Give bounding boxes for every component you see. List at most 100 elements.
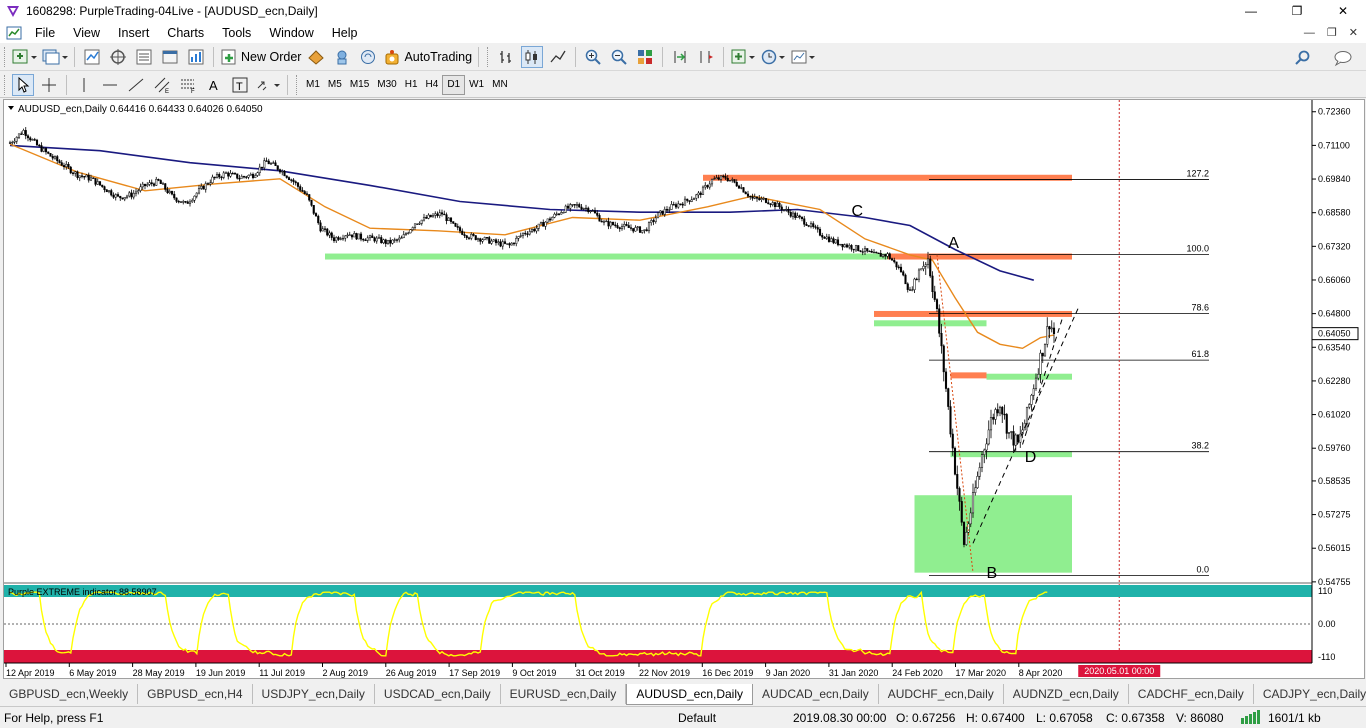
chart-shift-icon[interactable] (695, 46, 717, 68)
time-axis-label: 17 Sep 2019 (449, 668, 500, 678)
candle-body (611, 222, 615, 226)
candle-body (249, 174, 252, 176)
timeframe-h4[interactable]: H4 (422, 75, 443, 95)
tab-audcad-daily[interactable]: AUDCAD_ecn,Daily (753, 684, 879, 704)
menu-help[interactable]: Help (323, 26, 367, 40)
line-chart-button[interactable] (547, 46, 569, 68)
candle-body (105, 189, 108, 193)
data-window-icon[interactable] (133, 46, 155, 68)
new-order-button[interactable]: New Order (220, 46, 301, 68)
tab-gbpusd-h4[interactable]: GBPUSD_ecn,H4 (138, 684, 253, 704)
maximize-button[interactable]: ❐ (1274, 0, 1320, 22)
candle-body (213, 176, 216, 179)
candle-body (683, 198, 687, 206)
tab-usdjpy-daily[interactable]: USDJPY_ecn,Daily (253, 684, 375, 704)
timeframe-mn[interactable]: MN (488, 75, 512, 95)
timeframe-m30[interactable]: M30 (373, 75, 400, 95)
tab-audusd-daily[interactable]: AUDUSD_ecn,Daily (626, 684, 754, 705)
candle-body (521, 232, 525, 236)
tab-cadchf-daily[interactable]: CADCHF_ecn,Daily (1129, 684, 1254, 704)
tab-gbpusd-weekly[interactable]: GBPUSD_ecn,Weekly (0, 684, 139, 704)
tab-usdcad-daily[interactable]: USDCAD_ecn,Daily (375, 684, 501, 704)
chat-icon[interactable] (1332, 47, 1354, 69)
auto-scroll-icon[interactable] (669, 46, 691, 68)
equidistant-channel-icon[interactable]: E (151, 74, 173, 96)
timeframe-m15[interactable]: M15 (346, 75, 373, 95)
chart-window[interactable]: 127.2 100.0 78.6 61.8 38.2 0.0 A B C D Purple EX… (3, 99, 1365, 679)
trendline-icon[interactable] (125, 74, 147, 96)
zoom-out-icon[interactable] (608, 46, 630, 68)
arrows-icon[interactable] (255, 74, 281, 96)
menu-file[interactable]: File (26, 26, 64, 40)
tile-windows-icon[interactable] (634, 46, 656, 68)
bar-chart-button[interactable] (495, 46, 517, 68)
indicators-button[interactable] (730, 46, 756, 68)
crosshair-icon[interactable] (38, 74, 60, 96)
new-chart-button[interactable] (12, 46, 38, 68)
tab-eurusd-daily[interactable]: EURUSD_ecn,Daily (501, 684, 627, 704)
candle-body (818, 228, 822, 236)
candle-body (245, 176, 248, 178)
timeframe-m1[interactable]: M1 (302, 75, 324, 95)
navigator-icon[interactable] (107, 46, 129, 68)
menu-charts[interactable]: Charts (158, 26, 213, 40)
timeframe-h1[interactable]: H1 (401, 75, 422, 95)
candle-body (292, 179, 295, 182)
text-label-icon[interactable]: T (229, 74, 251, 96)
signals-icon[interactable] (331, 46, 353, 68)
terminal-icon[interactable] (159, 46, 181, 68)
menu-insert[interactable]: Insert (109, 26, 158, 40)
candle-body (157, 178, 160, 181)
minimize-button[interactable]: — (1228, 0, 1274, 22)
mdi-close-button[interactable]: ✕ (1349, 26, 1358, 39)
search-icon[interactable] (1292, 47, 1314, 69)
price-axis-label: 0.68580 (1318, 208, 1351, 218)
candle-body (814, 226, 817, 228)
menu-tools[interactable]: Tools (213, 26, 260, 40)
menu-view[interactable]: View (64, 26, 109, 40)
vertical-line-icon[interactable] (73, 74, 95, 96)
horizontal-line-icon[interactable] (99, 74, 121, 96)
timeframe-w1[interactable]: W1 (465, 75, 488, 95)
strategy-tester-icon[interactable] (185, 46, 207, 68)
candle-body (602, 221, 606, 223)
close-window-button[interactable]: ✕ (1320, 0, 1366, 22)
candlestick-chart-button[interactable] (521, 46, 544, 68)
candle-body (74, 171, 77, 174)
annotation-label-a: A (948, 235, 959, 252)
templates-button[interactable] (790, 46, 816, 68)
tab-cadjpy-daily[interactable]: CADJPY_ecn,Daily (1254, 684, 1366, 704)
mdi-restore-button[interactable]: ❐ (1327, 26, 1337, 39)
tab-audchf-daily[interactable]: AUDCHF_ecn,Daily (879, 684, 1004, 704)
candle-body (506, 243, 509, 245)
candle-body (69, 166, 72, 174)
timeframe-d1[interactable]: D1 (442, 74, 466, 95)
candle-body (197, 188, 201, 194)
price-chart[interactable]: 127.2 100.0 78.6 61.8 38.2 0.0 A B C D Purple EX… (4, 100, 1364, 678)
mdi-minimize-button[interactable]: — (1304, 27, 1315, 39)
profiles-button[interactable] (42, 46, 68, 68)
zoom-in-icon[interactable] (582, 46, 604, 68)
autotrading-button[interactable]: AutoTrading (383, 46, 472, 68)
metaeditor-icon[interactable] (357, 46, 379, 68)
tab-audnzd-daily[interactable]: AUDNZD_ecn,Daily (1004, 684, 1129, 704)
menu-window[interactable]: Window (260, 26, 322, 40)
candle-body (247, 174, 250, 178)
candle-body (859, 250, 862, 252)
candle-body (485, 237, 489, 239)
market-watch-icon[interactable] (81, 46, 103, 68)
candle-body (78, 175, 81, 178)
market-icon[interactable] (305, 46, 327, 68)
candle-body (913, 278, 916, 290)
text-icon[interactable]: A (203, 74, 225, 96)
candle-body (589, 210, 592, 213)
candle-body (71, 172, 75, 174)
fibonacci-icon[interactable]: F (177, 74, 199, 96)
chart-window-icon[interactable] (6, 25, 22, 41)
periods-button[interactable] (760, 46, 786, 68)
cursor-icon[interactable] (12, 73, 34, 96)
timeframe-m5[interactable]: M5 (324, 75, 346, 95)
candle-body (321, 228, 324, 232)
candle-body (377, 237, 381, 239)
candle-body (710, 179, 714, 185)
